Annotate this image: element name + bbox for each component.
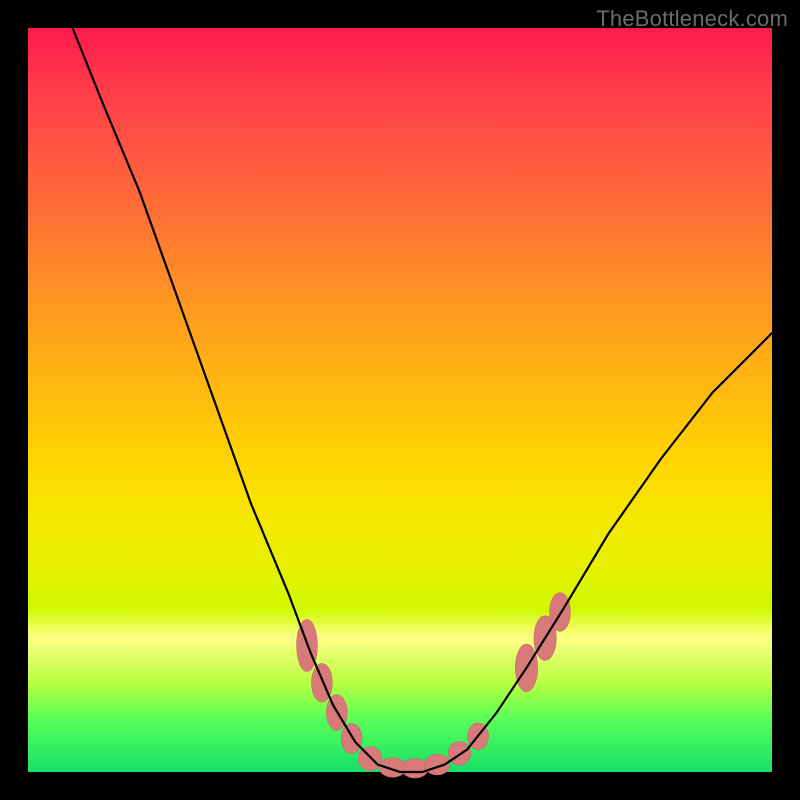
- chart-outer-frame: TheBottleneck.com: [0, 0, 800, 800]
- data-cluster-point: [402, 759, 429, 778]
- data-point-cluster-layer: [297, 593, 571, 778]
- data-cluster-point: [341, 724, 362, 754]
- chart-svg: [28, 28, 772, 772]
- chart-plot-area: [28, 28, 772, 772]
- bottleneck-curve: [73, 28, 772, 772]
- watermark-text: TheBottleneck.com: [596, 6, 788, 32]
